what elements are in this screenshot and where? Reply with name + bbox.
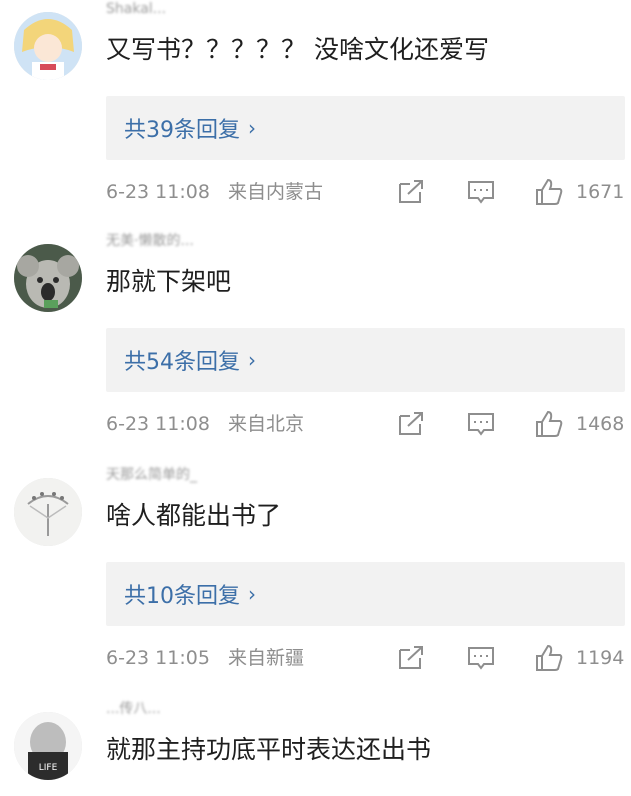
comment-meta: 6-23 11:08 来自北京 1468: [106, 408, 625, 440]
comment-meta: 6-23 11:08 来自内蒙古 1671: [106, 176, 625, 208]
like-count: 1468: [576, 413, 625, 435]
replies-link[interactable]: 共10条回复 ›: [106, 562, 625, 626]
replies-link[interactable]: 共54条回复 ›: [106, 328, 625, 392]
timestamp: 6-23 11:08: [106, 181, 210, 203]
replies-link[interactable]: 共39条回复 ›: [106, 96, 625, 160]
timestamp: 6-23 11:05: [106, 647, 210, 669]
comment-text: 啥人都能出书了: [106, 501, 282, 530]
username[interactable]: ...传八...: [106, 698, 276, 720]
replies-label: 共10条回复: [124, 584, 240, 609]
chevron-right-icon: ›: [248, 582, 256, 606]
comment-icon[interactable]: [466, 410, 496, 438]
share-icon[interactable]: [396, 410, 426, 438]
comment-text: 那就下架吧: [106, 267, 232, 296]
like-count: 1194: [576, 647, 625, 669]
replies-label: 共39条回复: [124, 118, 240, 143]
username[interactable]: Shakal...: [106, 0, 276, 20]
timestamp: 6-23 11:08: [106, 413, 210, 435]
username[interactable]: 无美·懒散的...: [106, 230, 276, 252]
chevron-right-icon: ›: [248, 348, 256, 372]
avatar[interactable]: [14, 244, 82, 312]
avatar[interactable]: [14, 478, 82, 546]
comment-icon[interactable]: [466, 178, 496, 206]
comment-text: 就那主持功底平时表达还出书: [106, 735, 432, 764]
avatar[interactable]: [14, 12, 82, 80]
username[interactable]: 天那么简单的_: [106, 464, 276, 486]
thumbs-up-icon[interactable]: [534, 644, 564, 672]
comment-meta: 6-23 11:05 来自新疆 1194: [106, 642, 625, 674]
chevron-right-icon: ›: [248, 116, 256, 140]
share-icon[interactable]: [396, 644, 426, 672]
thumbs-up-icon[interactable]: [534, 410, 564, 438]
thumbs-up-icon[interactable]: [534, 178, 564, 206]
location: 来自内蒙古: [228, 181, 324, 203]
comment-text: 又写书？？？？？ 没啥文化还爱写: [106, 35, 489, 64]
share-icon[interactable]: [396, 178, 426, 206]
location: 来自新疆: [228, 647, 305, 669]
replies-label: 共54条回复: [124, 350, 240, 375]
avatar[interactable]: LIFE: [14, 712, 82, 780]
location: 来自北京: [228, 413, 305, 435]
like-count: 1671: [576, 181, 625, 203]
svg-text:LIFE: LIFE: [39, 763, 58, 773]
comment-icon[interactable]: [466, 644, 496, 672]
